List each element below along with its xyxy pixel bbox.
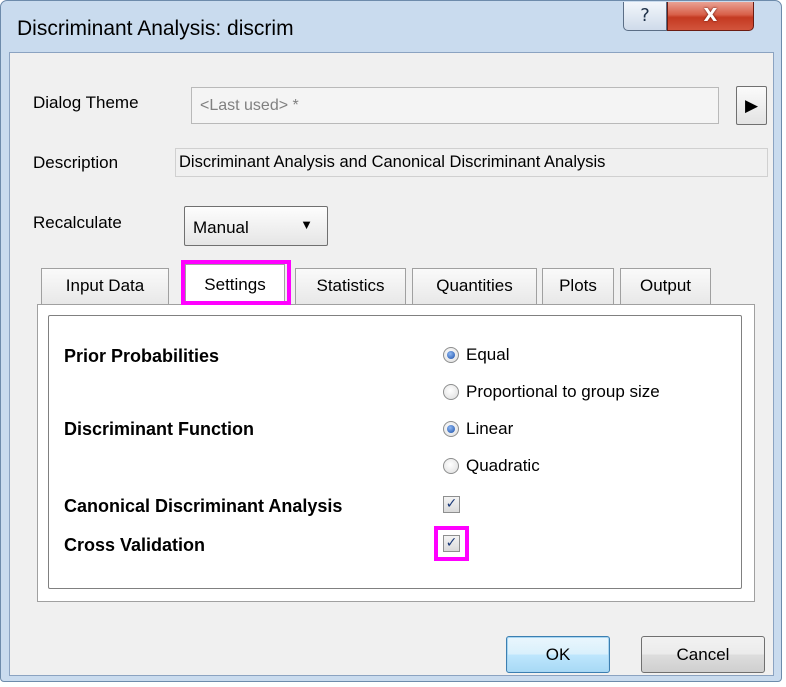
arrow-right-icon: ▶ xyxy=(744,96,759,115)
radio-equal-label: Equal xyxy=(466,345,510,364)
close-button[interactable]: X xyxy=(667,2,754,31)
settings-group: Prior Probabilities Equal Proportional t… xyxy=(48,315,742,589)
tab-input-data[interactable]: Input Data xyxy=(41,268,169,304)
radio-proportional-label: Proportional to group size xyxy=(466,382,660,401)
dialog-theme-label: Dialog Theme xyxy=(33,93,139,112)
radio-proportional[interactable]: Proportional to group size xyxy=(443,382,660,402)
window-title: Discriminant Analysis: discrim xyxy=(17,17,294,40)
radio-linear-label: Linear xyxy=(466,419,514,438)
canonical-discriminant-checkbox[interactable]: ✓ xyxy=(443,496,460,513)
canonical-discriminant-label: Canonical Discriminant Analysis xyxy=(64,496,343,516)
prior-probabilities-label: Prior Probabilities xyxy=(64,346,220,366)
close-icon: X xyxy=(703,5,718,26)
radio-equal[interactable]: Equal xyxy=(443,345,509,365)
title-bar[interactable]: Discriminant Analysis: discrim ? X xyxy=(1,1,781,51)
radio-quadratic[interactable]: Quadratic xyxy=(443,456,540,476)
tab-plots[interactable]: Plots xyxy=(542,268,614,304)
checkbox-check-icon[interactable]: ✓ xyxy=(443,535,460,552)
recalculate-select[interactable]: Manual ▼ xyxy=(184,206,328,246)
recalculate-label: Recalculate xyxy=(33,213,122,232)
dialog-body: Dialog Theme <Last used> * ▶ Description… xyxy=(9,52,774,676)
description-field: Discriminant Analysis and Canonical Disc… xyxy=(175,148,768,177)
radio-button-unchecked[interactable] xyxy=(443,384,459,400)
tab-output[interactable]: Output xyxy=(620,268,711,304)
checkbox-check-icon[interactable]: ✓ xyxy=(443,496,460,513)
help-button[interactable]: ? xyxy=(623,2,667,31)
description-label: Description xyxy=(33,153,119,172)
tab-settings[interactable]: Settings xyxy=(185,264,285,304)
radio-quadratic-label: Quadratic xyxy=(466,456,540,475)
radio-linear[interactable]: Linear xyxy=(443,419,513,439)
discriminant-function-label: Discriminant Function xyxy=(64,419,255,439)
settings-panel: Prior Probabilities Equal Proportional t… xyxy=(37,304,755,602)
tab-quantities[interactable]: Quantities xyxy=(412,268,537,304)
ok-button[interactable]: OK xyxy=(506,636,610,673)
chevron-down-icon: ▼ xyxy=(300,217,313,232)
radio-button-checked[interactable] xyxy=(443,347,459,363)
dialog-theme-menu-button[interactable]: ▶ xyxy=(736,86,767,125)
dialog-theme-field[interactable]: <Last used> * xyxy=(191,87,719,124)
cross-validation-checkbox[interactable]: ✓ xyxy=(443,535,460,552)
dialog-window: Discriminant Analysis: discrim ? X Dialo… xyxy=(0,0,782,682)
tab-statistics[interactable]: Statistics xyxy=(295,268,406,304)
help-icon: ? xyxy=(640,5,650,26)
cross-validation-label: Cross Validation xyxy=(64,535,206,555)
radio-button-checked[interactable] xyxy=(443,421,459,437)
radio-button-unchecked[interactable] xyxy=(443,458,459,474)
cancel-button[interactable]: Cancel xyxy=(641,636,765,673)
recalculate-value: Manual xyxy=(193,218,249,237)
